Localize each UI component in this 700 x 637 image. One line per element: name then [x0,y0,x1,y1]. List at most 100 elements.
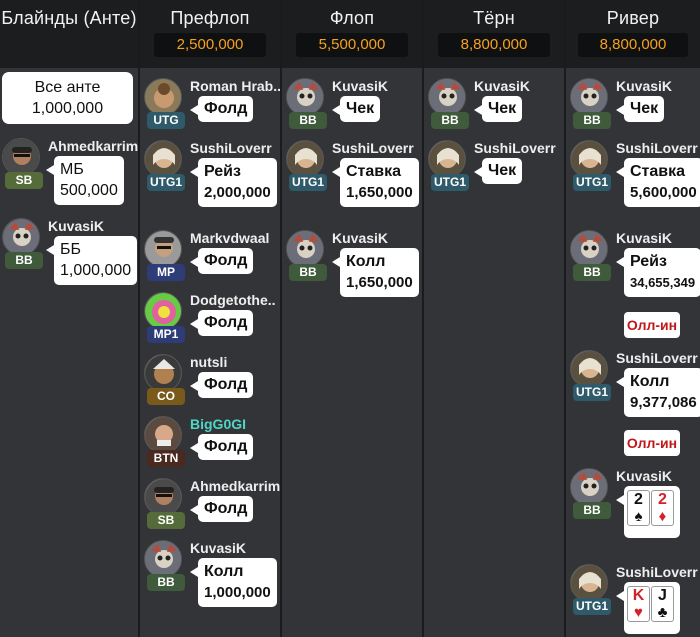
action-bubble: Рейз 34,655,349 [615,248,700,297]
ante-label: Все анте [34,79,101,96]
ante-amount: 1,000,000 [31,100,104,117]
player-avatar[interactable] [428,140,466,178]
player-name: KuvasiK [616,230,673,246]
playing-card: 2 ♦ [651,490,674,526]
diamond-icon: ♦ [658,508,667,525]
playing-card: J ♣ [651,586,674,622]
position-badge: MP1 [147,326,185,343]
position-badge: UTG1 [147,174,185,191]
header-title: Префлоп [170,8,250,28]
action-bubble: Фолд [189,248,254,274]
hole-cards: 2 ♠ 2 ♦ [616,486,680,538]
ante-box: Все анте 1,000,000 [2,72,133,124]
player-name: Markvdwaal [190,230,270,246]
action-amount: 34,655,349 [630,275,696,290]
player-avatar[interactable] [144,140,182,178]
player-avatar[interactable] [570,468,608,506]
card-rank: 2 [658,491,667,508]
action-bubble: Колл 9,377,086 [616,368,700,417]
spade-icon: ♠ [634,508,643,525]
player-name: SushiLoverr [474,140,556,156]
player-name: Roman Hrab.. [190,78,282,94]
player-avatar[interactable] [2,138,40,176]
position-badge: UTG1 [573,174,611,191]
heart-icon: ♥ [634,604,643,621]
position-badge: UTG1 [289,174,327,191]
action-bubble: Чек [473,158,523,184]
action-bubble: Чек [615,96,665,122]
player-avatar[interactable] [570,140,608,178]
player-avatar[interactable] [144,416,182,454]
player-avatar[interactable] [570,230,608,268]
action-label: Рейз [204,163,241,180]
action-bubble: МБ 500,000 [46,156,124,205]
position-badge: BB [147,574,185,591]
player-avatar[interactable] [286,140,324,178]
position-badge: BB [573,112,611,129]
action-bubble: Фолд [189,372,254,398]
action-label: Колл [630,373,670,390]
action-bubble: Чек [473,96,523,122]
position-badge: BB [5,252,43,269]
action-amount: 1,650,000 [346,274,413,291]
action-label: ББ [60,241,81,258]
header-river: Ривер 8,800,000 [566,0,700,68]
player-avatar[interactable] [144,478,182,516]
player-avatar[interactable] [2,218,40,256]
card-rank: K [632,587,645,604]
action-bubble: Ставка 5,600,000 [616,158,700,207]
action-amount: 5,600,000 [630,184,697,201]
player-avatar[interactable] [428,78,466,116]
player-avatar[interactable] [570,564,608,602]
player-avatar[interactable] [144,354,182,392]
column-divider [422,0,424,68]
action-amount: 500,000 [60,182,118,199]
player-avatar[interactable] [286,78,324,116]
action-bubble: Чек [331,96,381,122]
action-label: Колл [204,563,244,580]
player-name: SushiLoverr [616,140,698,156]
player-avatar[interactable] [570,350,608,388]
action-bubble: Фолд [189,310,254,336]
player-name: KuvasiK [332,230,389,246]
card-rank: J [658,587,667,604]
all-in-badge: Олл-ин [624,430,680,456]
player-name: nutsli [190,354,228,370]
position-badge: UTG1 [431,174,469,191]
action-amount: 1,000,000 [204,584,271,601]
action-bubble: Фолд [189,496,254,522]
position-badge: SB [5,172,43,189]
player-name: KuvasiK [48,218,105,234]
flop-column: BB KuvasiK Чек UTG1 SushiLoverr Ставка 1… [282,68,422,637]
club-icon: ♣ [657,604,668,621]
action-amount: 1,000,000 [60,262,132,279]
position-badge: BTN [147,450,185,467]
position-badge: UTG1 [573,598,611,615]
player-avatar[interactable] [144,540,182,578]
player-avatar[interactable] [144,230,182,268]
player-name: KuvasiK [332,78,389,94]
header-flop: Флоп 5,500,000 [282,0,422,68]
action-bubble: Колл 1,650,000 [332,248,419,297]
header-blinds: Блайнды (Анте) [0,0,138,68]
player-avatar[interactable] [570,78,608,116]
playing-card: K ♥ [627,586,650,622]
player-avatar[interactable] [286,230,324,268]
position-badge: SB [147,512,185,529]
action-label: МБ [60,161,84,178]
card-rank: 2 [634,491,643,508]
header-title: Ривер [606,8,660,28]
header-preflop: Префлоп 2,500,000 [140,0,280,68]
player-name: KuvasiK [616,78,673,94]
player-name: SushiLoverr [190,140,272,156]
position-badge: UTG1 [573,384,611,401]
action-bubble: Рейз 2,000,000 [190,158,277,207]
column-divider [138,0,140,68]
action-amount: 2,000,000 [204,184,271,201]
player-avatar[interactable] [144,78,182,116]
blinds-column: Все анте 1,000,000 SB Ahmedkarrim МБ 500… [0,68,138,637]
header-title: Тёрн [473,8,515,28]
action-amount: 9,377,086 [630,394,697,411]
player-avatar[interactable] [144,292,182,330]
playing-card: 2 ♠ [627,490,650,526]
